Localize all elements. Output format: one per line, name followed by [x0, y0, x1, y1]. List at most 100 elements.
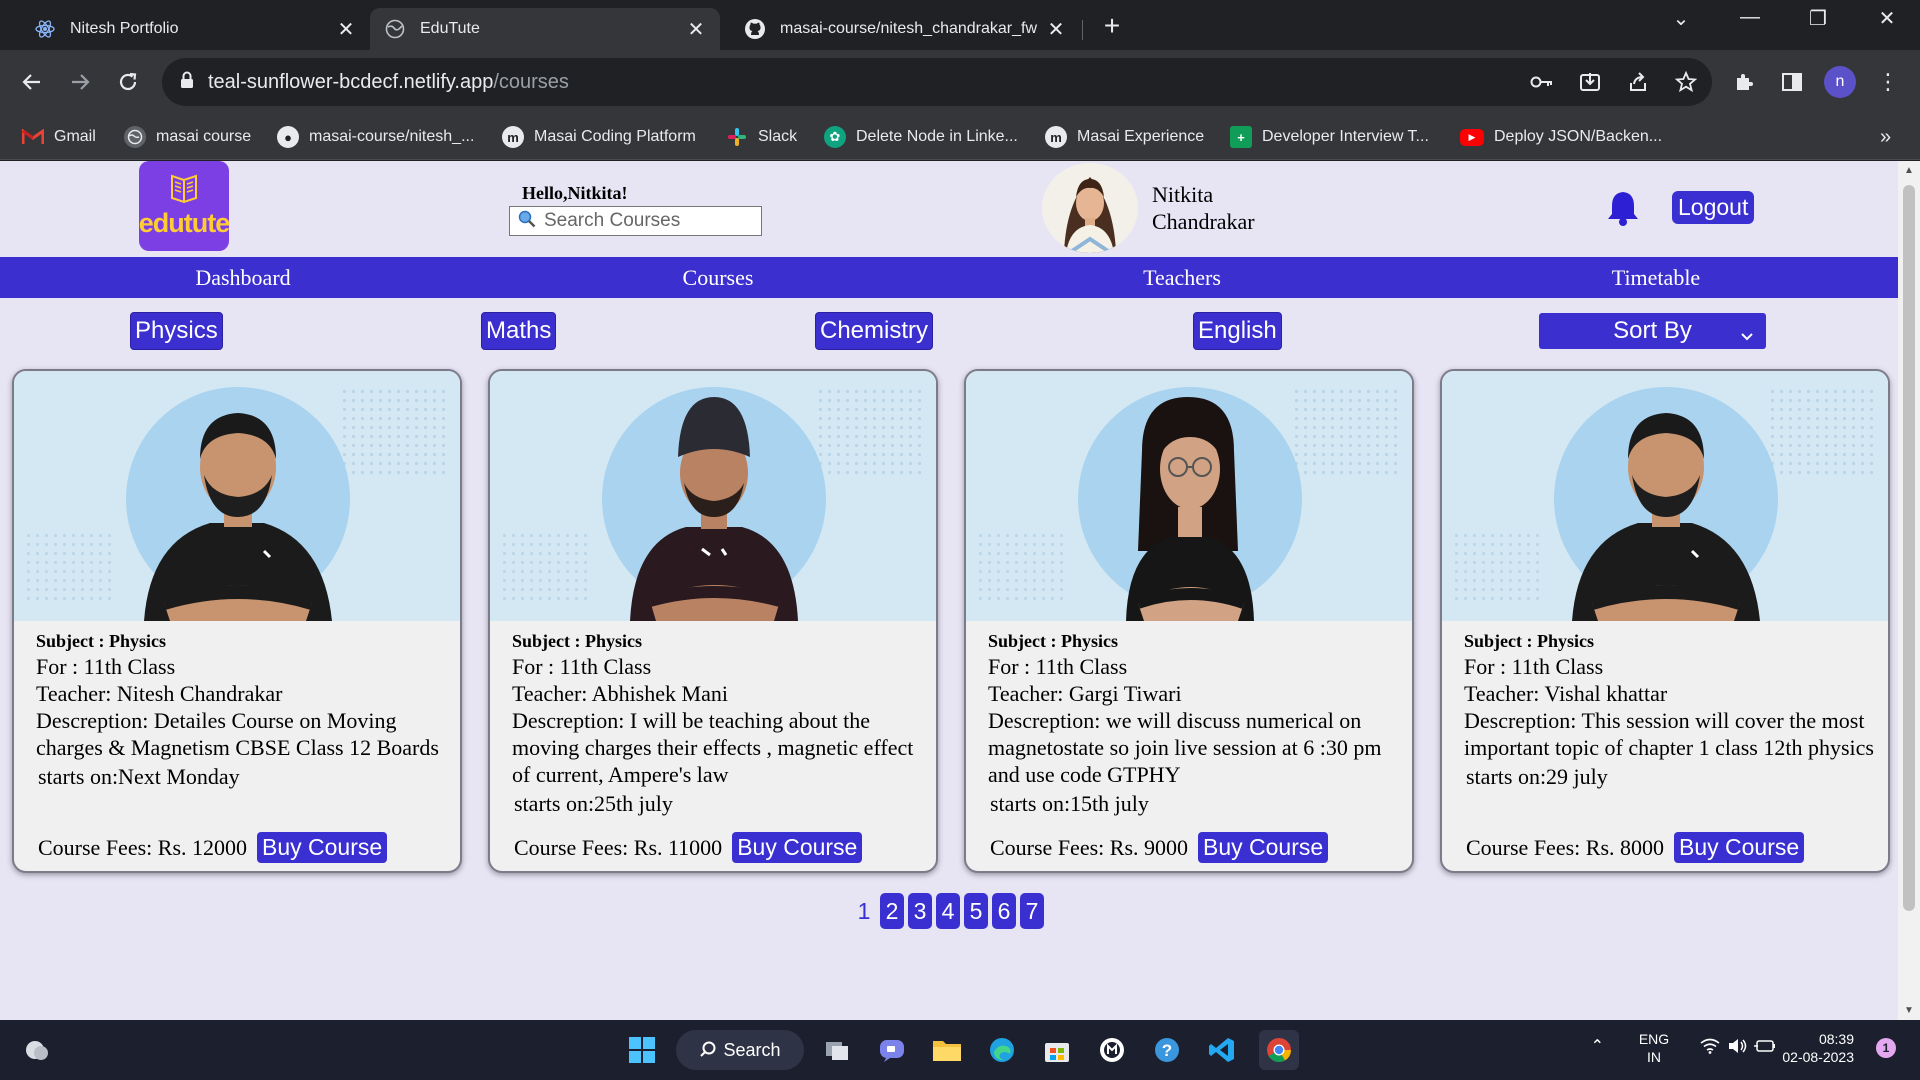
extensions-puzzle-icon[interactable] [1726, 64, 1762, 100]
filter-chemistry-button[interactable]: Chemistry [815, 312, 934, 350]
greeting-text: Hello,Nitkita! [522, 183, 628, 203]
file-explorer-icon[interactable] [929, 1032, 965, 1068]
course-subject: Subject : Physics [36, 631, 166, 651]
app-shield-icon[interactable] [1094, 1032, 1130, 1068]
logout-button[interactable]: Logout [1672, 191, 1755, 224]
restore-button[interactable]: ❐ [1803, 6, 1833, 31]
url-host: teal-sunflower-bcdecf.netlify.app [208, 70, 494, 93]
close-icon[interactable]: ✕ [336, 17, 356, 42]
edge-browser-icon[interactable] [984, 1032, 1020, 1068]
windows-start-icon[interactable] [624, 1032, 660, 1068]
course-search-box[interactable] [509, 206, 762, 236]
user-avatar[interactable] [1042, 163, 1138, 253]
user-first-name: Nitkita [1152, 182, 1214, 207]
page-button[interactable]: 4 [936, 893, 960, 929]
bookmark-star-icon[interactable] [1668, 64, 1704, 100]
language-indicator[interactable]: ENG IN [1634, 1030, 1674, 1066]
side-panel-icon[interactable] [1774, 64, 1810, 100]
edutute-logo[interactable]: edutute [139, 161, 230, 251]
profile-avatar[interactable]: n [1824, 66, 1856, 98]
course-subject: Subject : Physics [988, 631, 1118, 651]
bookmark-label: Deploy JSON/Backen... [1494, 128, 1663, 145]
page-button[interactable]: 5 [964, 893, 988, 929]
bookmark-deploy-json[interactable]: ▶ Deploy JSON/Backen... [1460, 114, 1662, 160]
wifi-icon[interactable] [1700, 1038, 1720, 1057]
bookmarks-overflow-button[interactable]: » [1880, 114, 1891, 160]
notification-bell-icon[interactable] [1606, 189, 1640, 232]
chevron-up-icon[interactable]: ⌃ [1591, 1036, 1604, 1056]
address-bar[interactable]: teal-sunflower-bcdecf.netlify.app/course… [162, 58, 1712, 106]
course-start-date: starts on:29 july [1466, 764, 1608, 789]
taskbar-search[interactable]: Search [676, 1030, 804, 1070]
tab-nitesh-portfolio[interactable]: Nitesh Portfolio ✕ [20, 8, 370, 50]
teams-chat-icon[interactable] [874, 1032, 910, 1068]
region-code: IN [1647, 1049, 1661, 1065]
url-path: /courses [493, 70, 569, 93]
share-icon[interactable] [1620, 64, 1656, 100]
course-teacher: Teacher: Gargi Tiwari [988, 681, 1182, 706]
page-button[interactable]: 2 [880, 893, 904, 929]
bookmark-slack[interactable]: Slack [726, 114, 797, 160]
install-app-icon[interactable] [1572, 64, 1608, 100]
search-input[interactable] [544, 210, 744, 232]
buy-course-button[interactable]: Buy Course [732, 832, 863, 863]
sort-by-select[interactable]: Sort By [1539, 313, 1766, 349]
page-button[interactable]: 6 [992, 893, 1016, 929]
battery-icon[interactable] [1754, 1038, 1776, 1057]
tab-search-chevron-icon[interactable]: ⌄ [1666, 6, 1696, 31]
course-class: For : 11th Class [1464, 654, 1604, 679]
volume-icon[interactable] [1728, 1038, 1748, 1057]
nav-timetable[interactable]: Timetable [1506, 257, 1806, 298]
new-tab-button[interactable]: + [1098, 10, 1126, 42]
menu-kebab-icon[interactable]: ⋮ [1870, 64, 1906, 100]
weather-widget-icon[interactable] [18, 1032, 54, 1068]
masai-icon: m [1045, 126, 1067, 148]
minimize-button[interactable]: — [1735, 6, 1765, 29]
bookmark-masai-coding-platform[interactable]: m Masai Coding Platform [502, 114, 696, 160]
bookmark-developer-interview[interactable]: + Developer Interview T... [1230, 114, 1429, 160]
window-close-button[interactable]: ✕ [1872, 6, 1902, 31]
filter-physics-button[interactable]: Physics [130, 312, 223, 350]
task-view-icon[interactable] [820, 1032, 856, 1068]
chrome-icon[interactable] [1259, 1030, 1299, 1070]
microsoft-store-icon[interactable] [1039, 1032, 1075, 1068]
bookmark-gmail[interactable]: Gmail [22, 114, 96, 160]
tab-edutute[interactable]: EduTute ✕ [370, 8, 720, 50]
tab-github-repo[interactable]: masai-course/nitesh_chandrakar_fw ✕ [730, 8, 1080, 50]
nav-courses[interactable]: Courses [568, 257, 868, 298]
nav-teachers[interactable]: Teachers [1032, 257, 1332, 298]
buy-course-button[interactable]: Buy Course [1198, 832, 1329, 863]
scrollbar-thumb[interactable] [1903, 185, 1915, 911]
course-fees: Course Fees: Rs. 11000 [514, 834, 723, 860]
password-key-icon[interactable] [1524, 64, 1560, 100]
youtube-icon: ▶ [1460, 128, 1484, 146]
scroll-down-arrow-icon[interactable]: ▼ [1904, 1005, 1914, 1016]
course-info: Subject : Physics For : 11th Class Teach… [1464, 629, 1884, 790]
nav-dashboard[interactable]: Dashboard [93, 257, 393, 298]
reload-button[interactable] [110, 64, 146, 100]
page-button[interactable]: 3 [908, 893, 932, 929]
bookmark-masai-course[interactable]: masai course [124, 114, 251, 160]
bookmark-label: Slack [758, 128, 798, 145]
page-scrollbar[interactable]: ▲ ▼ [1898, 161, 1920, 1020]
bookmark-github-repo[interactable]: ● masai-course/nitesh_... [277, 114, 474, 160]
vscode-icon[interactable] [1204, 1032, 1240, 1068]
browser-tab-bar: Nitesh Portfolio ✕ EduTute ✕ masai-cours… [0, 0, 1920, 50]
buy-course-button[interactable]: Buy Course [1674, 832, 1805, 863]
filter-english-button[interactable]: English [1193, 312, 1282, 350]
filter-maths-button[interactable]: Maths [481, 312, 557, 350]
course-start-date: starts on:15th july [990, 791, 1149, 816]
close-icon[interactable]: ✕ [1046, 17, 1066, 42]
bookmark-masai-experience[interactable]: m Masai Experience [1045, 114, 1204, 160]
page-button[interactable]: 7 [1020, 893, 1044, 929]
notification-badge[interactable]: 1 [1876, 1038, 1896, 1058]
help-icon[interactable]: ? [1149, 1032, 1185, 1068]
back-button[interactable] [14, 64, 50, 100]
search-icon [700, 1041, 716, 1057]
forward-button[interactable] [62, 64, 98, 100]
scroll-up-arrow-icon[interactable]: ▲ [1904, 165, 1914, 176]
bookmark-delete-node[interactable]: ✿ Delete Node in Linke... [824, 114, 1018, 160]
buy-course-button[interactable]: Buy Course [257, 832, 388, 863]
close-icon[interactable]: ✕ [686, 17, 706, 42]
clock[interactable]: 08:39 02-08-2023 [1774, 1030, 1854, 1066]
